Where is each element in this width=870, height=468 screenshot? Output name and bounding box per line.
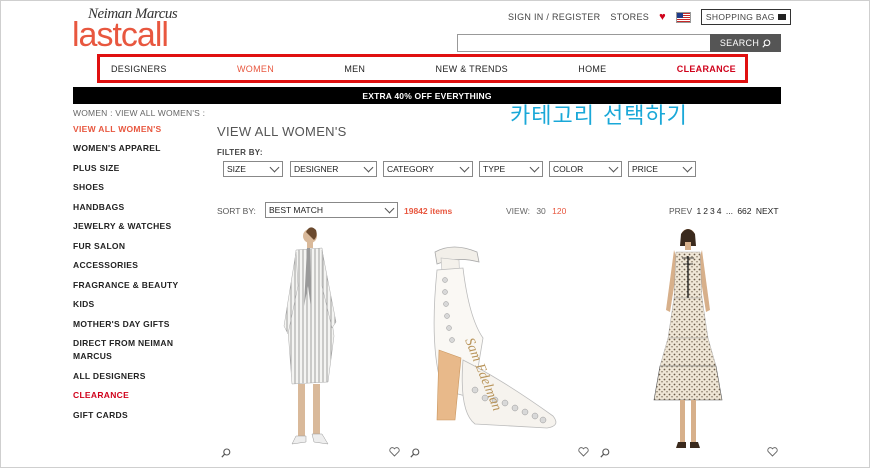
sidebar-item-view-all-womens[interactable]: VIEW ALL WOMEN'S xyxy=(73,123,193,136)
nav-home[interactable]: HOME xyxy=(578,64,606,74)
filter-by-label: FILTER BY: xyxy=(217,148,263,157)
sidebar-item-jewelry-watches[interactable]: JEWELRY & WATCHES xyxy=(73,220,193,233)
favorite-heart-icon[interactable] xyxy=(578,447,589,460)
filter-color[interactable]: COLOR xyxy=(549,161,622,177)
chevron-down-icon xyxy=(384,203,395,214)
bag-icon xyxy=(777,14,786,20)
sidebar-item-gift-cards[interactable]: GIFT CARDS xyxy=(73,409,193,422)
chevron-down-icon xyxy=(529,162,540,173)
pager-next[interactable]: NEXT xyxy=(756,206,779,216)
sidebar-item-fur-salon[interactable]: FUR SALON xyxy=(73,240,193,253)
sidebar-item-kids[interactable]: KIDS xyxy=(73,298,193,311)
sign-in-link[interactable]: SIGN IN / REGISTER xyxy=(508,12,600,22)
sidebar-item-direct-from-neiman-marcus[interactable]: DIRECT FROM NEIMAN MARCUS xyxy=(73,337,183,363)
filter-size[interactable]: SIZE xyxy=(223,161,283,177)
pager-prev[interactable]: PREV xyxy=(669,206,692,216)
filter-category-label: CATEGORY xyxy=(387,164,434,174)
shopping-bag-button[interactable]: SHOPPING BAG xyxy=(700,9,791,25)
quick-view-icon[interactable] xyxy=(410,448,420,461)
heart-icon[interactable]: ♥ xyxy=(659,11,666,23)
filter-price-label: PRICE xyxy=(632,164,658,174)
sort-select-value: BEST MATCH xyxy=(269,205,323,215)
chevron-down-icon xyxy=(459,162,470,173)
product-image-tiered-dress[interactable] xyxy=(648,228,728,456)
pager-ellipsis: ... xyxy=(725,206,733,216)
filter-category[interactable]: CATEGORY xyxy=(383,161,473,177)
sidebar-item-all-designers[interactable]: ALL DESIGNERS xyxy=(73,370,193,383)
us-flag-icon[interactable] xyxy=(675,11,691,23)
sidebar-item-handbags[interactable]: HANDBAGS xyxy=(73,201,193,214)
nav-women[interactable]: WOMEN xyxy=(237,64,274,74)
product-image-embellished-sandal[interactable]: Sam Edelman xyxy=(415,240,575,440)
sidebar-item-plus-size[interactable]: PLUS SIZE xyxy=(73,162,193,175)
breadcrumb[interactable]: WOMEN : VIEW ALL WOMEN'S : xyxy=(73,108,205,118)
chevron-down-icon xyxy=(269,162,280,173)
category-sidebar: VIEW ALL WOMEN'S WOMEN'S APPAREL PLUS SI… xyxy=(73,123,193,422)
pager-page-1[interactable]: 1 xyxy=(697,206,702,216)
pagination: PREV 1234 ... 662 NEXT xyxy=(669,206,779,216)
annotation-text: 카테고리 선택하기 xyxy=(510,104,688,129)
sort-by-label: SORT BY: xyxy=(217,206,256,216)
main-nav: DESIGNERS WOMEN MEN NEW & TRENDS HOME CL… xyxy=(97,54,748,83)
sort-select[interactable]: BEST MATCH xyxy=(265,202,398,218)
pager-page-3[interactable]: 3 xyxy=(710,206,715,216)
filter-type-label: TYPE xyxy=(483,164,506,174)
sidebar-item-mothers-day-gifts[interactable]: MOTHER'S DAY GIFTS xyxy=(73,318,193,331)
filter-designer-label: DESIGNER xyxy=(294,164,339,174)
sidebar-item-shoes[interactable]: SHOES xyxy=(73,181,193,194)
nav-clearance[interactable]: CLEARANCE xyxy=(677,64,736,74)
search-input[interactable] xyxy=(457,34,711,52)
view-options: VIEW: 30 120 xyxy=(506,206,566,216)
nav-new-trends[interactable]: NEW & TRENDS xyxy=(436,64,508,74)
view-option-120[interactable]: 120 xyxy=(552,206,566,216)
search-button-label: SEARCH xyxy=(719,38,760,48)
sidebar-item-womens-apparel[interactable]: WOMEN'S APPAREL xyxy=(73,142,193,155)
view-option-30[interactable]: 30 xyxy=(536,206,545,216)
sidebar-item-accessories[interactable]: ACCESSORIES xyxy=(73,259,193,272)
search-button[interactable]: SEARCH xyxy=(710,34,781,52)
chevron-down-icon xyxy=(682,162,693,173)
search-icon xyxy=(762,38,771,48)
product-image-striped-dress[interactable] xyxy=(262,226,352,458)
stores-link[interactable]: STORES xyxy=(610,12,649,22)
pager-page-4[interactable]: 4 xyxy=(717,206,722,216)
chevron-down-icon xyxy=(363,162,374,173)
chevron-down-icon xyxy=(608,162,619,173)
items-count: 19842 items xyxy=(404,206,453,216)
sidebar-item-clearance[interactable]: CLEARANCE xyxy=(73,389,193,402)
filter-price[interactable]: PRICE xyxy=(628,161,696,177)
filter-type[interactable]: TYPE xyxy=(479,161,543,177)
filter-color-label: COLOR xyxy=(553,164,584,174)
filter-designer[interactable]: DESIGNER xyxy=(290,161,377,177)
view-label: VIEW: xyxy=(506,206,530,216)
quick-view-icon[interactable] xyxy=(221,448,231,461)
nav-men[interactable]: MEN xyxy=(344,64,365,74)
page-title: VIEW ALL WOMEN'S xyxy=(217,124,347,139)
favorite-heart-icon[interactable] xyxy=(389,447,400,460)
shopping-bag-label: SHOPPING BAG xyxy=(705,12,775,22)
nav-designers[interactable]: DESIGNERS xyxy=(111,64,167,74)
favorite-heart-icon[interactable] xyxy=(767,447,778,460)
sidebar-item-fragrance-beauty[interactable]: FRAGRANCE & BEAUTY xyxy=(73,279,193,292)
header-links: SIGN IN / REGISTER STORES ♥ SHOPPING BAG xyxy=(508,9,791,25)
pager-page-2[interactable]: 2 xyxy=(703,206,708,216)
filter-size-label: SIZE xyxy=(227,164,246,174)
logo-lastcall[interactable]: lastcall xyxy=(72,16,169,55)
pager-page-last[interactable]: 662 xyxy=(737,206,751,216)
quick-view-icon[interactable] xyxy=(600,448,610,461)
